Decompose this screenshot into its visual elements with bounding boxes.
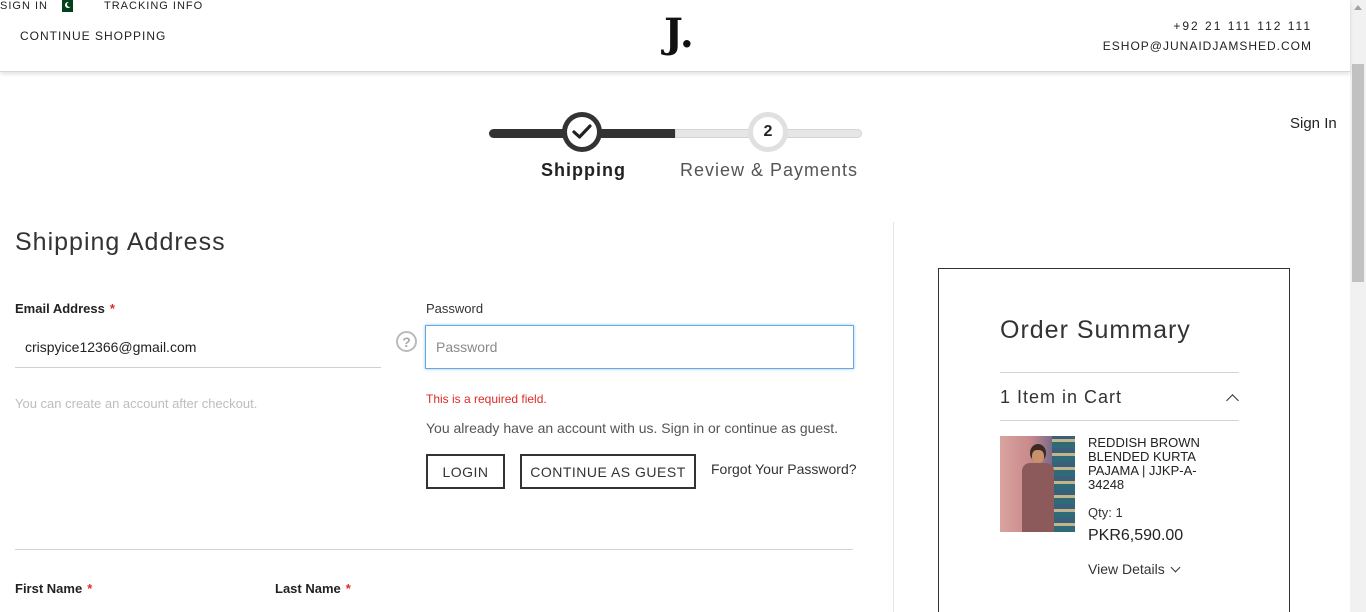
email-field[interactable] bbox=[15, 326, 381, 368]
site-header: SIGN IN TRACKING INFO CONTINUE SHOPPING … bbox=[0, 0, 1350, 72]
continue-shopping-link[interactable]: CONTINUE SHOPPING bbox=[20, 29, 166, 43]
step-review-label: Review & Payments bbox=[680, 160, 859, 180]
order-summary-panel: Order Summary 1 Item in Cart REDDISH BRO… bbox=[938, 268, 1290, 612]
step-review-marker: 2 bbox=[748, 112, 788, 152]
cart-count-toggle[interactable]: 1 Item in Cart bbox=[1000, 387, 1122, 408]
shipping-address-title: Shipping Address bbox=[15, 228, 226, 256]
first-name-label: First Name * bbox=[15, 581, 92, 596]
view-details-label: View Details bbox=[1088, 561, 1165, 577]
chevron-down-icon bbox=[1170, 562, 1181, 573]
flag-stripe bbox=[58, 0, 62, 12]
header-sign-in-link[interactable]: SIGN IN bbox=[0, 0, 48, 12]
column-divider bbox=[893, 222, 894, 612]
continue-as-guest-button[interactable]: CONTINUE AS GUEST bbox=[520, 454, 696, 489]
step-shipping-label: Shipping bbox=[541, 160, 626, 180]
pakistan-flag-icon[interactable] bbox=[58, 0, 73, 12]
sign-in-link[interactable]: Sign In bbox=[1290, 115, 1337, 132]
header-email[interactable]: ESHOP@JUNAIDJAMSHED.COM bbox=[1103, 39, 1312, 53]
summary-divider bbox=[1000, 372, 1239, 373]
email-label-text: Email Address bbox=[15, 301, 105, 316]
scroll-up-arrow-icon[interactable] bbox=[1354, 5, 1362, 10]
email-note: You can create an account after checkout… bbox=[15, 396, 258, 411]
password-label: Password bbox=[426, 301, 484, 316]
header-phone[interactable]: +92 21 111 112 111 bbox=[1173, 19, 1312, 33]
password-field[interactable] bbox=[425, 325, 854, 369]
page-scrollbar[interactable] bbox=[1350, 0, 1366, 612]
order-summary-title: Order Summary bbox=[1000, 316, 1191, 344]
scroll-thumb[interactable] bbox=[1352, 64, 1364, 282]
login-button[interactable]: LOGIN bbox=[426, 454, 505, 489]
checkmark-icon bbox=[567, 117, 597, 147]
site-logo[interactable]: J. bbox=[664, 14, 694, 54]
first-name-label-text: First Name bbox=[15, 581, 83, 596]
flag-crescent-cut bbox=[66, 1, 72, 7]
product-name: REDDISH BROWN BLENDED KURTA PAJAMA | JJK… bbox=[1088, 435, 1200, 492]
product-qty: Qty: 1 bbox=[1088, 505, 1123, 520]
forgot-password-link[interactable]: Forgot Your Password? bbox=[711, 461, 857, 477]
step-number: 2 bbox=[753, 117, 783, 147]
tracking-info-link[interactable]: TRACKING INFO bbox=[104, 0, 203, 12]
email-label: Email Address * bbox=[15, 301, 115, 316]
thumbnail-figure-face bbox=[1032, 450, 1044, 463]
view-details-toggle[interactable]: View Details bbox=[1088, 561, 1181, 577]
last-name-label: Last Name * bbox=[275, 581, 351, 596]
required-marker: * bbox=[109, 301, 115, 316]
summary-divider bbox=[1000, 420, 1239, 421]
thumbnail-figure-body bbox=[1022, 463, 1054, 532]
required-marker: * bbox=[87, 581, 93, 596]
form-divider bbox=[15, 549, 853, 550]
required-marker: * bbox=[345, 581, 351, 596]
last-name-label-text: Last Name bbox=[275, 581, 341, 596]
help-icon[interactable]: ? bbox=[396, 331, 417, 352]
product-thumbnail bbox=[1000, 436, 1075, 532]
product-price: PKR6,590.00 bbox=[1088, 527, 1184, 544]
step-shipping-marker bbox=[562, 112, 602, 152]
thumbnail-tile-backdrop bbox=[1052, 436, 1075, 532]
password-error: This is a required field. bbox=[426, 392, 547, 406]
chevron-up-icon[interactable] bbox=[1226, 394, 1239, 407]
password-note: You already have an account with us. Sig… bbox=[426, 420, 838, 436]
